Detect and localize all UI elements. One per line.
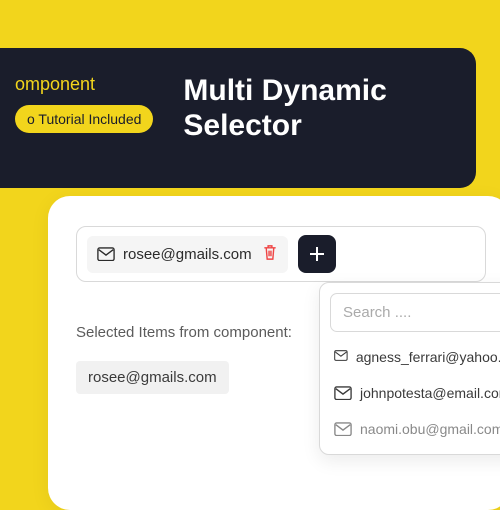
tutorial-pill: o Tutorial Included [15,105,153,133]
dropdown-item[interactable]: naomi.obu@gmail.com [330,414,500,444]
selector-input-row[interactable]: rosee@gmails.com [76,226,486,282]
envelope-icon [97,247,115,261]
search-input[interactable] [330,293,500,332]
component-label: omponent [15,74,153,95]
dropdown-list: agness_ferrari@yahoo.com johnpotesta@ema… [330,342,500,444]
selected-email-chip[interactable]: rosee@gmails.com [87,236,288,273]
envelope-icon [334,422,352,436]
selected-item-chip: rosee@gmails.com [76,361,229,394]
envelope-icon [334,386,352,400]
trash-icon[interactable] [262,244,278,265]
dropdown-item[interactable]: johnpotesta@email.com [330,378,500,408]
dropdown-item[interactable]: agness_ferrari@yahoo.com [330,342,500,372]
selector-card: rosee@gmails.com Selected Items from com… [48,196,500,510]
envelope-icon [334,350,348,364]
dropdown-panel: agness_ferrari@yahoo.com johnpotesta@ema… [319,282,500,455]
chip-email-text: rosee@gmails.com [123,246,252,263]
hero-title: Multi Dynamic Selector [183,74,386,143]
hero-panel: omponent o Tutorial Included Multi Dynam… [0,48,476,188]
add-button[interactable] [298,235,336,273]
